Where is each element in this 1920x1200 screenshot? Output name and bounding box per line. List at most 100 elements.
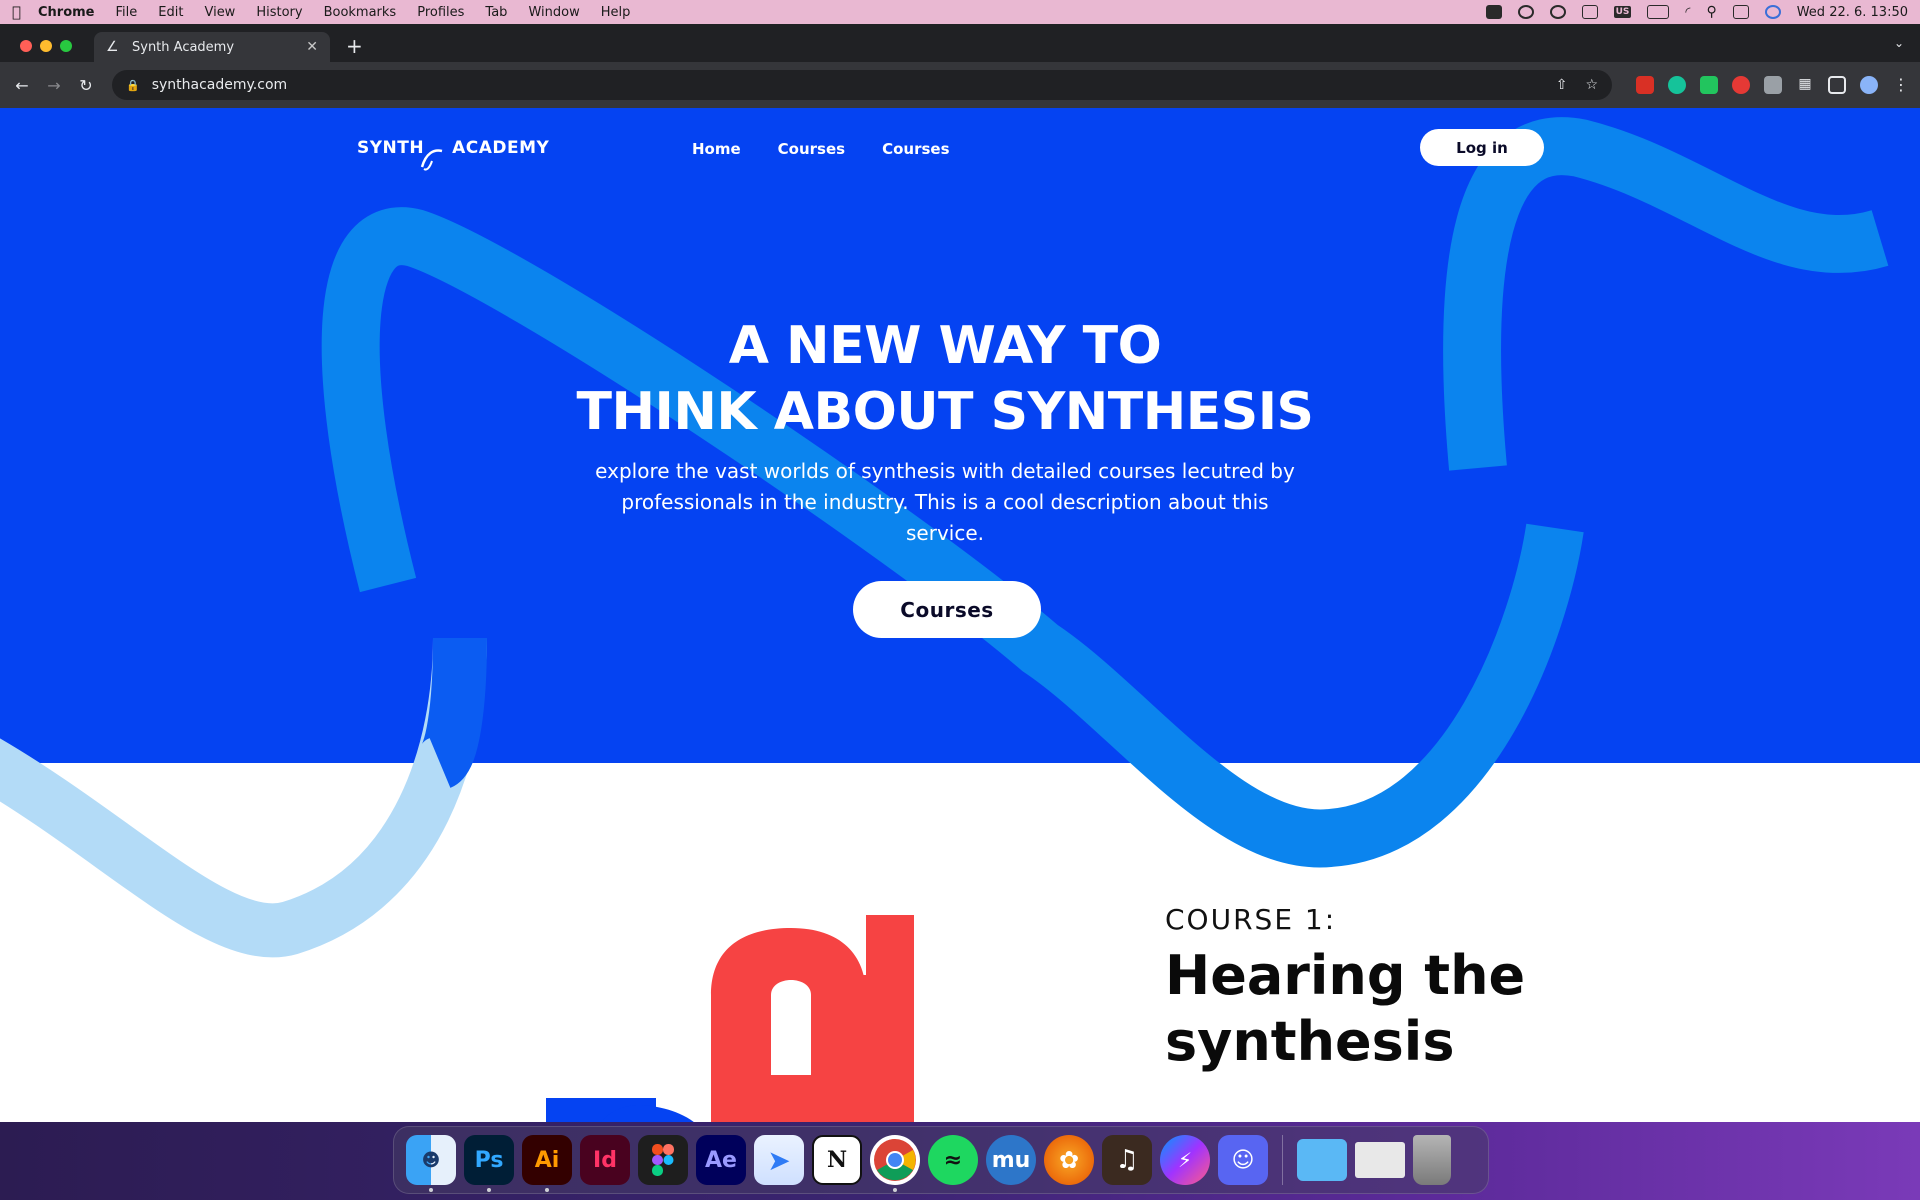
- after-effects-icon[interactable]: Ae: [696, 1135, 746, 1185]
- figma-logo: [652, 1144, 674, 1176]
- menu-tab[interactable]: Tab: [485, 5, 507, 20]
- extension-gray-icon[interactable]: [1764, 76, 1782, 94]
- close-window-button[interactable]: [20, 40, 32, 52]
- photoshop-label: Ps: [474, 1147, 504, 1173]
- figma-icon[interactable]: [638, 1135, 688, 1185]
- siri-icon[interactable]: [1764, 5, 1781, 19]
- browser-toolbar: ← → ↻ 🔒 synthacademy.com ⇧ ☆ ▦ ⋮: [0, 62, 1920, 108]
- photoshop-icon[interactable]: Ps: [464, 1135, 514, 1192]
- hero-title-line1: A NEW WAY TO: [728, 316, 1162, 376]
- bookmark-star-icon[interactable]: ☆: [1585, 77, 1598, 93]
- course-kicker: COURSE 1:: [1165, 903, 1337, 936]
- running-indicator: [893, 1188, 897, 1192]
- running-indicator: [487, 1188, 491, 1192]
- extension-green-icon[interactable]: [1700, 76, 1718, 94]
- profile-avatar[interactable]: [1860, 76, 1878, 94]
- address-bar[interactable]: 🔒 synthacademy.com ⇧ ☆: [112, 70, 1612, 100]
- hero-courses-button[interactable]: Courses: [853, 581, 1041, 638]
- tab-search-chevron-icon[interactable]: ⌄: [1894, 36, 1904, 50]
- url-text[interactable]: synthacademy.com: [152, 77, 1538, 93]
- browser-menu-icon[interactable]: ⋮: [1892, 76, 1910, 94]
- creative-cloud-icon[interactable]: [1517, 5, 1534, 19]
- notion-label: N: [826, 1147, 848, 1173]
- spark-mail-icon[interactable]: ➤: [754, 1135, 804, 1185]
- after-effects-label: Ae: [705, 1147, 737, 1173]
- forward-arrow-icon[interactable]: →: [42, 76, 66, 95]
- logo-text-synth: SYNTH: [357, 138, 425, 158]
- macos-menubar:  Chrome File Edit View History Bookmark…: [0, 0, 1920, 24]
- wifi-icon[interactable]: ◜: [1685, 5, 1690, 20]
- input-source-indicator[interactable]: US: [1613, 6, 1632, 18]
- running-indicator: [429, 1188, 433, 1192]
- course-title: Hearing the synthesis: [1165, 943, 1525, 1075]
- discord-icon[interactable]: ☺: [1218, 1135, 1268, 1185]
- nav-courses-link-2[interactable]: Courses: [882, 140, 949, 158]
- notion-icon[interactable]: N: [812, 1135, 862, 1185]
- trash-icon[interactable]: [1413, 1135, 1451, 1185]
- display-icon[interactable]: [1581, 5, 1598, 19]
- garageband-icon[interactable]: ♫: [1102, 1135, 1152, 1185]
- indesign-label: Id: [593, 1147, 617, 1173]
- illustrator-icon[interactable]: Ai: [522, 1135, 572, 1192]
- menu-help[interactable]: Help: [601, 5, 631, 20]
- grammarly-extension-icon[interactable]: [1668, 76, 1686, 94]
- photos-status-icon[interactable]: [1485, 5, 1502, 19]
- illustrator-label: Ai: [534, 1147, 560, 1173]
- control-center-icon[interactable]: [1732, 5, 1749, 19]
- menu-app-name[interactable]: Chrome: [38, 5, 95, 20]
- chrome-logo: [874, 1139, 916, 1181]
- lock-icon[interactable]: 🔒: [126, 79, 140, 92]
- apple-menu-icon[interactable]: : [12, 3, 38, 21]
- course-illustration: [546, 915, 914, 1122]
- course-title-line1: Hearing the: [1165, 944, 1526, 1007]
- site-favicon-icon: ∠: [106, 39, 119, 55]
- tab-synth-academy[interactable]: ∠ Synth Academy ✕: [94, 32, 330, 62]
- downloads-folder-icon[interactable]: [1297, 1139, 1347, 1181]
- logo-text-academy: ACADEMY: [452, 138, 550, 158]
- musescore-icon[interactable]: mu: [986, 1135, 1036, 1185]
- reload-icon[interactable]: ↻: [74, 76, 98, 95]
- menu-bookmarks[interactable]: Bookmarks: [324, 5, 397, 20]
- menu-file[interactable]: File: [116, 5, 138, 20]
- menubar-status-area: US ◜ ⚲ Wed 22. 6. 13:50: [1485, 4, 1908, 20]
- nav-home-link[interactable]: Home: [692, 140, 741, 158]
- web-page: SYNTH ACADEMY Home Courses Courses Log in…: [0, 108, 1920, 1122]
- macos-dock: ☻ Ps Ai Id Ae ➤ N ≈ mu ✿ ♫ ⚡ ☺: [393, 1126, 1489, 1194]
- finder-icon[interactable]: ☻: [406, 1135, 456, 1192]
- hero-title-line2: THINK ABOUT SYNTHESIS: [576, 382, 1314, 442]
- adblock-extension-icon[interactable]: [1732, 76, 1750, 94]
- zoom-window-button[interactable]: [60, 40, 72, 52]
- recent-document-icon[interactable]: [1355, 1142, 1405, 1178]
- battery-icon[interactable]: [1647, 5, 1670, 19]
- share-icon[interactable]: ⇧: [1556, 77, 1568, 93]
- logo-swoosh-icon: [420, 149, 443, 171]
- menu-edit[interactable]: Edit: [158, 5, 183, 20]
- nav-courses-link[interactable]: Courses: [778, 140, 845, 158]
- menu-profiles[interactable]: Profiles: [417, 5, 464, 20]
- browser-window: ∠ Synth Academy ✕ + ⌄ ← → ↻ 🔒 synthacade…: [0, 24, 1920, 108]
- fl-studio-icon[interactable]: ✿: [1044, 1135, 1094, 1185]
- new-tab-icon[interactable]: +: [346, 34, 363, 58]
- app-status-icon[interactable]: [1549, 5, 1566, 19]
- menu-view[interactable]: View: [204, 5, 235, 20]
- side-panel-icon[interactable]: [1828, 76, 1846, 94]
- close-tab-icon[interactable]: ✕: [306, 39, 318, 55]
- messenger-icon[interactable]: ⚡: [1160, 1135, 1210, 1185]
- login-button[interactable]: Log in: [1420, 129, 1544, 166]
- indesign-icon[interactable]: Id: [580, 1135, 630, 1185]
- menu-window[interactable]: Window: [528, 5, 579, 20]
- gmail-extension-icon[interactable]: [1636, 76, 1654, 94]
- site-logo[interactable]: SYNTH ACADEMY: [357, 138, 550, 171]
- spotify-icon[interactable]: ≈: [928, 1135, 978, 1185]
- dock-separator: [1282, 1135, 1283, 1185]
- main-nav: Home Courses Courses: [692, 140, 950, 158]
- chrome-icon[interactable]: [870, 1135, 920, 1192]
- extensions-puzzle-icon[interactable]: ▦: [1796, 76, 1814, 94]
- menubar-clock[interactable]: Wed 22. 6. 13:50: [1797, 5, 1908, 20]
- minimize-window-button[interactable]: [40, 40, 52, 52]
- spotlight-search-icon[interactable]: ⚲: [1706, 4, 1716, 20]
- running-indicator: [545, 1188, 549, 1192]
- menu-history[interactable]: History: [256, 5, 302, 20]
- back-arrow-icon[interactable]: ←: [10, 76, 34, 95]
- tab-strip: ∠ Synth Academy ✕ + ⌄: [0, 24, 1920, 62]
